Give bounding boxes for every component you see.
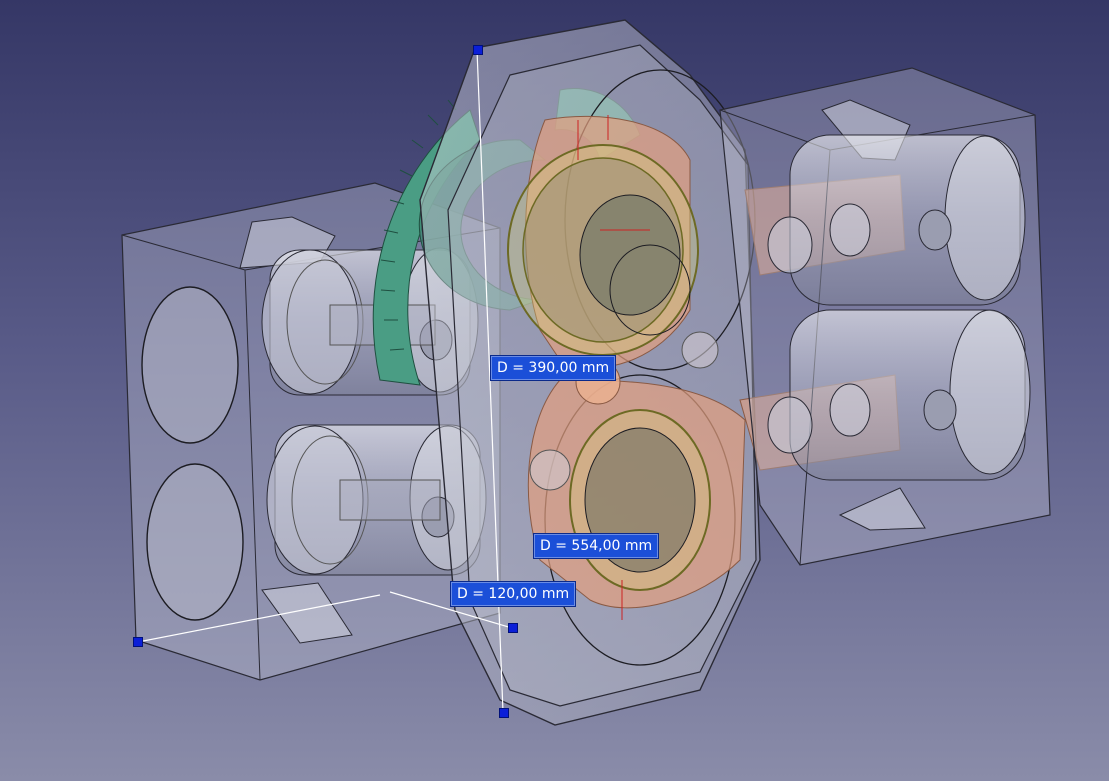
dimension-grip[interactable] xyxy=(133,637,143,647)
right-cylinder-block[interactable] xyxy=(719,67,1051,566)
3d-viewport[interactable]: D = 390,00 mm D = 554,00 mm D = 120,00 m… xyxy=(0,0,1109,781)
piston-right-top xyxy=(767,134,1026,306)
dimension-grip[interactable] xyxy=(508,623,518,633)
dimension-grip[interactable] xyxy=(499,708,509,718)
engine-model[interactable] xyxy=(0,0,1109,781)
dimension-label-390[interactable]: D = 390,00 mm xyxy=(490,355,617,381)
piston-right-bottom xyxy=(767,309,1031,481)
lower-bearing-ring[interactable] xyxy=(569,409,711,591)
dimension-grip[interactable] xyxy=(473,45,483,55)
dimension-label-554[interactable]: D = 554,00 mm xyxy=(533,533,660,559)
dimension-label-120[interactable]: D = 120,00 mm xyxy=(450,581,577,607)
upper-bearing-ring[interactable] xyxy=(507,144,699,356)
